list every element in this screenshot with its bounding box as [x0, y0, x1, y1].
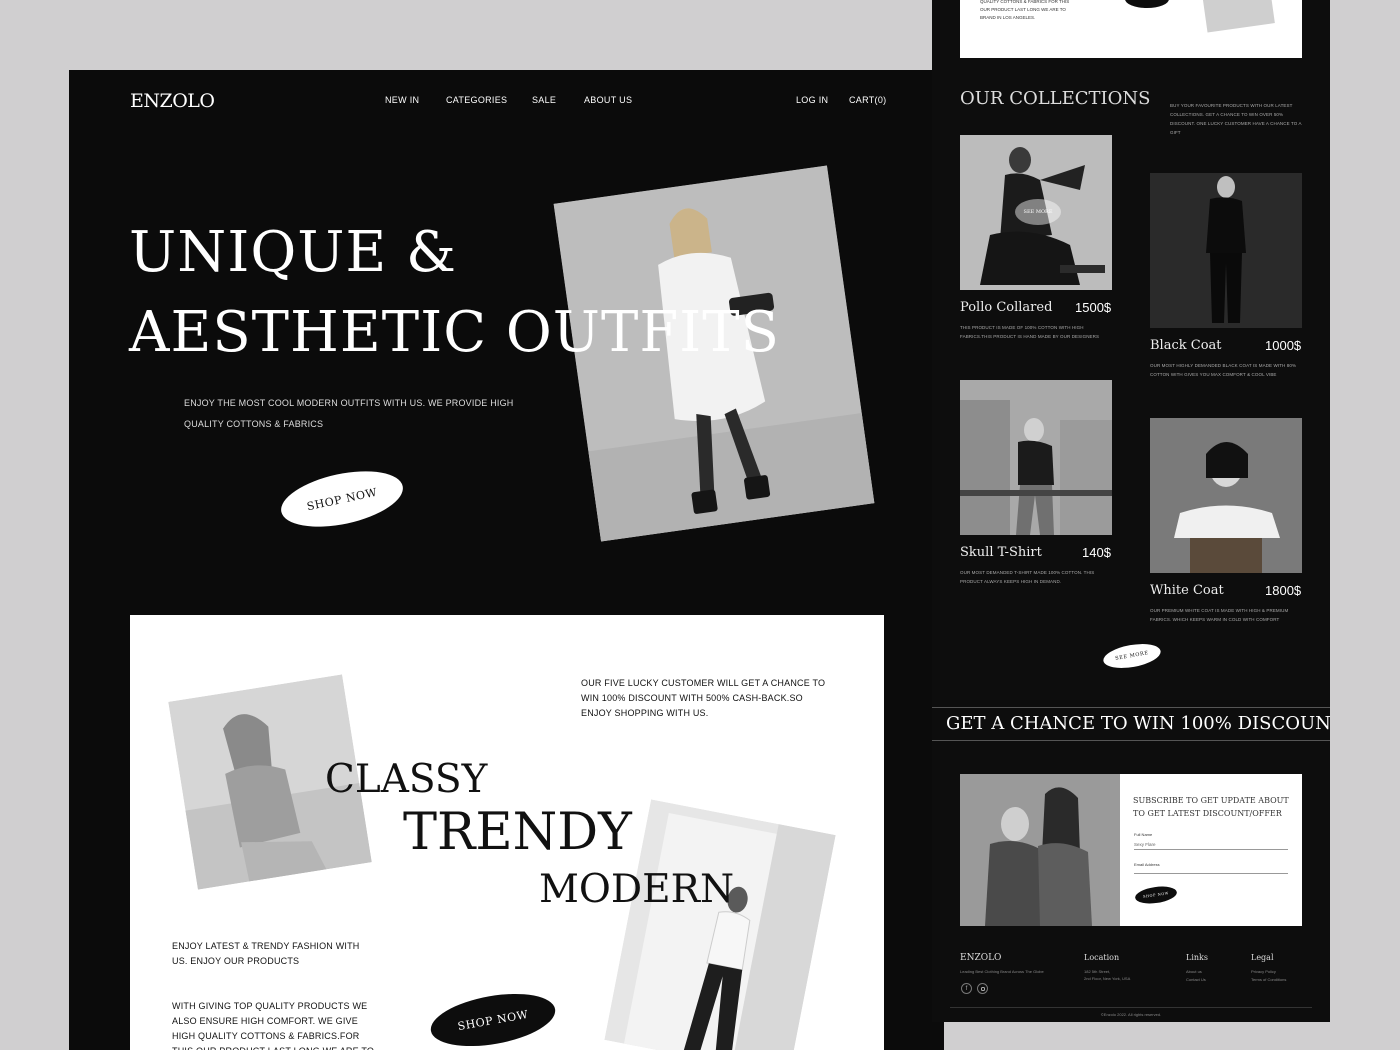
promo-text-latest: ENJOY LATEST & TRENDY FASHION WITH US. E… [172, 941, 360, 966]
subscribe-title: SUBSCRIBE TO GET UPDATE ABOUT TO GET LAT… [1133, 796, 1289, 818]
nav-new-in[interactable]: NEW IN [385, 95, 419, 105]
product-name[interactable]: Pollo Collared [960, 300, 1052, 315]
collections-page: QUALITY COTTONS & FABRICS FOR THIS OUR P… [932, 0, 1330, 1022]
subscribe-button[interactable]: SHOP NOW [1134, 884, 1178, 906]
product-price: 1000$ [1265, 338, 1302, 353]
footer-link-about[interactable]: About us [1186, 968, 1202, 976]
product-price: 1800$ [1265, 583, 1302, 598]
footer-link-terms[interactable]: Terms of Conditions [1251, 976, 1286, 984]
hero-subtitle-line2: QUALITY COTTONS & FABRICS [184, 419, 324, 429]
see-more-button[interactable]: SEE MORE [1101, 640, 1163, 672]
hero-title-line1: UNIQUE & [129, 220, 457, 285]
product-name[interactable]: White Coat [1150, 583, 1224, 598]
collections-title: OUR COLLECTIONS [960, 88, 1151, 109]
instagram-icon[interactable] [977, 983, 988, 994]
collections-intro: BUY YOUR FAVOURITE PRODUCTS WITH OUR LAT… [1170, 103, 1302, 135]
nav-about-us[interactable]: ABOUT US [584, 95, 632, 105]
full-name-input[interactable] [1134, 840, 1288, 850]
login-link[interactable]: LOG IN [796, 95, 828, 105]
top-snippet-text: QUALITY COTTONS & FABRICS FOR THIS OUR P… [980, 0, 1070, 20]
promo-word-classy: CLASSY [325, 757, 488, 802]
hero-subtitle: ENJOY THE MOST COOL MODERN OUTFITS WITH … [184, 393, 524, 435]
footer-link-privacy[interactable]: Privacy Policy [1251, 968, 1276, 976]
footer-legal-heading: Legal [1251, 953, 1274, 962]
product-price: 1500$ [1075, 300, 1112, 315]
promo-shop-now-button[interactable]: SHOP NOW [426, 985, 560, 1050]
email-input[interactable] [1134, 864, 1288, 874]
facebook-icon[interactable]: f [961, 983, 972, 994]
discount-banner-text: GET A CHANCE TO WIN 100% DISCOUNT [946, 713, 1330, 734]
footer-brand[interactable]: ENZOLO [960, 953, 1001, 963]
nav-categories[interactable]: CATEGORIES [446, 95, 507, 105]
hero-title-line2: AESTHETIC OUTFITS [129, 300, 781, 365]
landing-page: ENZOLO NEW IN CATEGORIES SALE ABOUT US L… [69, 70, 944, 1050]
footer-address-line2: 2nd Floor, New York, USA [1084, 976, 1131, 981]
footer-location-heading: Location [1084, 953, 1120, 962]
product-name[interactable]: Black Coat [1150, 338, 1222, 353]
hero-shop-now-button[interactable]: SHOP NOW [276, 461, 408, 537]
product-photo-pollo-collared[interactable]: SEE MORE [960, 135, 1112, 290]
product-photo-black-coat[interactable] [1150, 173, 1302, 328]
subscribe-card: SUBSCRIBE TO GET UPDATE ABOUT TO GET LAT… [960, 774, 1302, 926]
product-desc: OUR MOST HIGHLY DEMANDED BLACK COAT IS M… [1150, 363, 1297, 377]
footer-divider [950, 1007, 1312, 1008]
footer-copyright: ©Enzolo 2022. All rights reserved. [1100, 1012, 1162, 1017]
full-name-label: Full Name [1134, 832, 1153, 837]
footer-tagline: Leading Best Clothing Brand Across The G… [960, 969, 1044, 974]
product-name[interactable]: Skull T-Shirt [960, 545, 1042, 560]
promo-panel: OUR FIVE LUCKY CUSTOMER WILL GET A CHANC… [130, 615, 884, 1050]
subscribe-photo [960, 774, 1120, 926]
brand-logo[interactable]: ENZOLO [130, 90, 215, 112]
hero-subtitle-line1: ENJOY THE MOST COOL MODERN OUTFITS WITH … [184, 398, 514, 408]
promo-offer-text: OUR FIVE LUCKY CUSTOMER WILL GET A CHANC… [581, 678, 826, 718]
product-price: 140$ [1082, 545, 1111, 560]
cart-link[interactable]: CART(0) [849, 95, 886, 105]
top-snippet-photo [1201, 0, 1275, 33]
product-photo-white-coat[interactable] [1150, 418, 1302, 573]
product-photo-skull-tshirt[interactable] [960, 380, 1112, 535]
footer-link-contact[interactable]: Contact Us [1186, 976, 1206, 984]
top-snippet-card: QUALITY COTTONS & FABRICS FOR THIS OUR P… [960, 0, 1302, 58]
promo-text-quality: WITH GIVING TOP QUALITY PRODUCTS WE ALSO… [172, 1001, 374, 1050]
footer-links-heading: Links [1186, 953, 1208, 962]
top-snippet-button[interactable] [1125, 0, 1169, 8]
promo-word-trendy: TRENDY [403, 803, 632, 862]
promo-photo-model [604, 799, 836, 1050]
promo-word-modern: MODERN [539, 867, 735, 912]
discount-banner: GET A CHANCE TO WIN 100% DISCOUNT [932, 707, 1330, 741]
product-desc: OUR MOST DEMANDED T-SHIRT MADE 100% COTT… [960, 570, 1095, 584]
product-desc: OUR PREMIUM WHITE COAT IS MADE WITH HIGH… [1150, 608, 1289, 622]
see-more-overlay-button[interactable]: SEE MORE [1015, 199, 1061, 225]
product-desc: THIS PRODUCT IS MADE OF 100% COTTON WITH… [960, 325, 1100, 339]
nav-sale[interactable]: SALE [532, 95, 556, 105]
